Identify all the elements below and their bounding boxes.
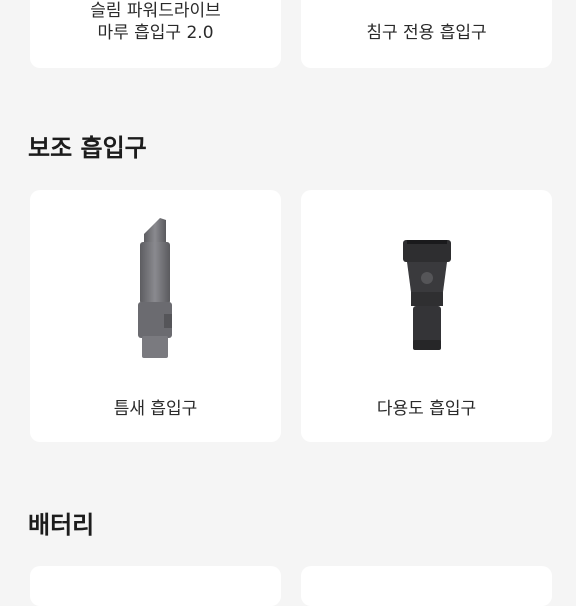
product-card-bedding-tool[interactable]: 침구 전용 흡입구 (301, 0, 552, 68)
combination-tool-icon (403, 240, 451, 350)
product-label: 틈새 흡입구 (113, 399, 198, 419)
product-label: 침구 전용 흡입구 (366, 23, 487, 43)
section-title-accessory-heads: 보조 흡입구 (28, 134, 147, 162)
product-card-battery-2[interactable] (301, 566, 552, 606)
product-card-battery-1[interactable] (30, 566, 281, 606)
product-card-crevice-tool[interactable]: 틈새 흡입구 (30, 190, 281, 442)
crevice-tool-icon (138, 218, 172, 358)
product-label: 슬림 파워드라이브 마루 흡입구 2.0 (90, 1, 221, 43)
product-card-combination-tool[interactable]: 다용도 흡입구 (301, 190, 552, 442)
product-card-slim-powerdrive[interactable]: 슬림 파워드라이브 마루 흡입구 2.0 (30, 0, 281, 68)
section-title-battery: 배터리 (28, 511, 95, 539)
product-label: 다용도 흡입구 (376, 399, 477, 419)
